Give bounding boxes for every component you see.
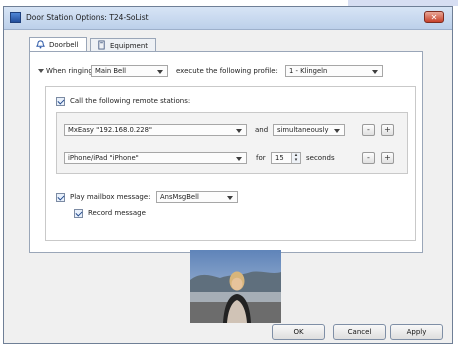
spin-arrows-icon[interactable]: ▴ ▾ [291, 153, 300, 163]
seconds-stepper[interactable]: 15 ▴ ▾ [271, 152, 301, 164]
camera-preview-image [190, 250, 281, 323]
doorbell-icon [35, 39, 45, 51]
seconds-value: 15 [275, 154, 284, 162]
call-stations-label: Call the following remote stations: [70, 97, 191, 105]
add-station-button-1[interactable]: + [381, 124, 394, 136]
call-stations-checkbox[interactable] [56, 97, 65, 106]
chevron-down-icon [227, 196, 233, 200]
station-select-2[interactable]: iPhone/iPad "iPhone" [64, 152, 247, 164]
tab-equipment-label: Equipment [110, 41, 148, 50]
doorbell-panel: When ringing: Main Bell execute the foll… [29, 51, 423, 253]
ring-type-value: Main Bell [95, 67, 127, 75]
expand-icon[interactable] [38, 69, 44, 73]
mailbox-value: AnsMsgBell [160, 193, 199, 201]
profile-select[interactable]: 1 - Klingeln [285, 65, 383, 77]
chevron-down-icon [334, 129, 340, 133]
chevron-down-icon [157, 70, 163, 74]
execute-profile-label: execute the following profile: [176, 67, 278, 75]
mailbox-label: Play mailbox message: [70, 193, 151, 201]
chevron-down-icon [236, 129, 242, 133]
record-message-label: Record message [88, 209, 146, 217]
remote-stations-group: Call the following remote stations: MxEa… [45, 86, 416, 241]
call-mode-select[interactable]: simultaneously [273, 124, 345, 136]
mailbox-checkbox[interactable] [56, 193, 65, 202]
chevron-down-icon [372, 70, 378, 74]
cancel-button[interactable]: Cancel [333, 324, 386, 340]
chevron-down-icon [236, 157, 242, 161]
close-button[interactable]: ✕ [424, 11, 444, 23]
seconds-label: seconds [306, 154, 335, 162]
station-value-1: MxEasy "192.168.0.228" [68, 126, 153, 134]
ring-type-select[interactable]: Main Bell [91, 65, 168, 77]
window-title: Door Station Options: T24-SoList [26, 13, 149, 22]
remove-station-button-1[interactable]: - [362, 124, 375, 136]
tab-equipment[interactable]: Equipment [90, 38, 156, 52]
when-ringing-label: When ringing: [46, 67, 96, 75]
for-label: for [256, 154, 266, 162]
apply-button[interactable]: Apply [390, 324, 443, 340]
title-bar[interactable]: Door Station Options: T24-SoList ✕ [4, 7, 452, 30]
record-message-checkbox[interactable] [74, 209, 83, 218]
and-label: and [255, 126, 269, 134]
profile-value: 1 - Klingeln [289, 67, 328, 75]
station-select-1[interactable]: MxEasy "192.168.0.228" [64, 124, 247, 136]
add-station-button-2[interactable]: + [381, 152, 394, 164]
station-value-2: iPhone/iPad "iPhone" [68, 154, 139, 162]
app-icon [10, 12, 21, 23]
dialog-window: Door Station Options: T24-SoList ✕ Doorb… [3, 6, 453, 344]
station-list-box: MxEasy "192.168.0.228" and simultaneousl… [56, 112, 408, 174]
remove-station-button-2[interactable]: - [362, 152, 375, 164]
tab-doorbell-label: Doorbell [49, 41, 79, 49]
call-mode-value: simultaneously [277, 126, 329, 134]
equipment-icon [96, 40, 106, 52]
mailbox-select[interactable]: AnsMsgBell [156, 191, 238, 203]
tab-doorbell[interactable]: Doorbell [29, 37, 87, 52]
ok-button[interactable]: OK [272, 324, 325, 340]
